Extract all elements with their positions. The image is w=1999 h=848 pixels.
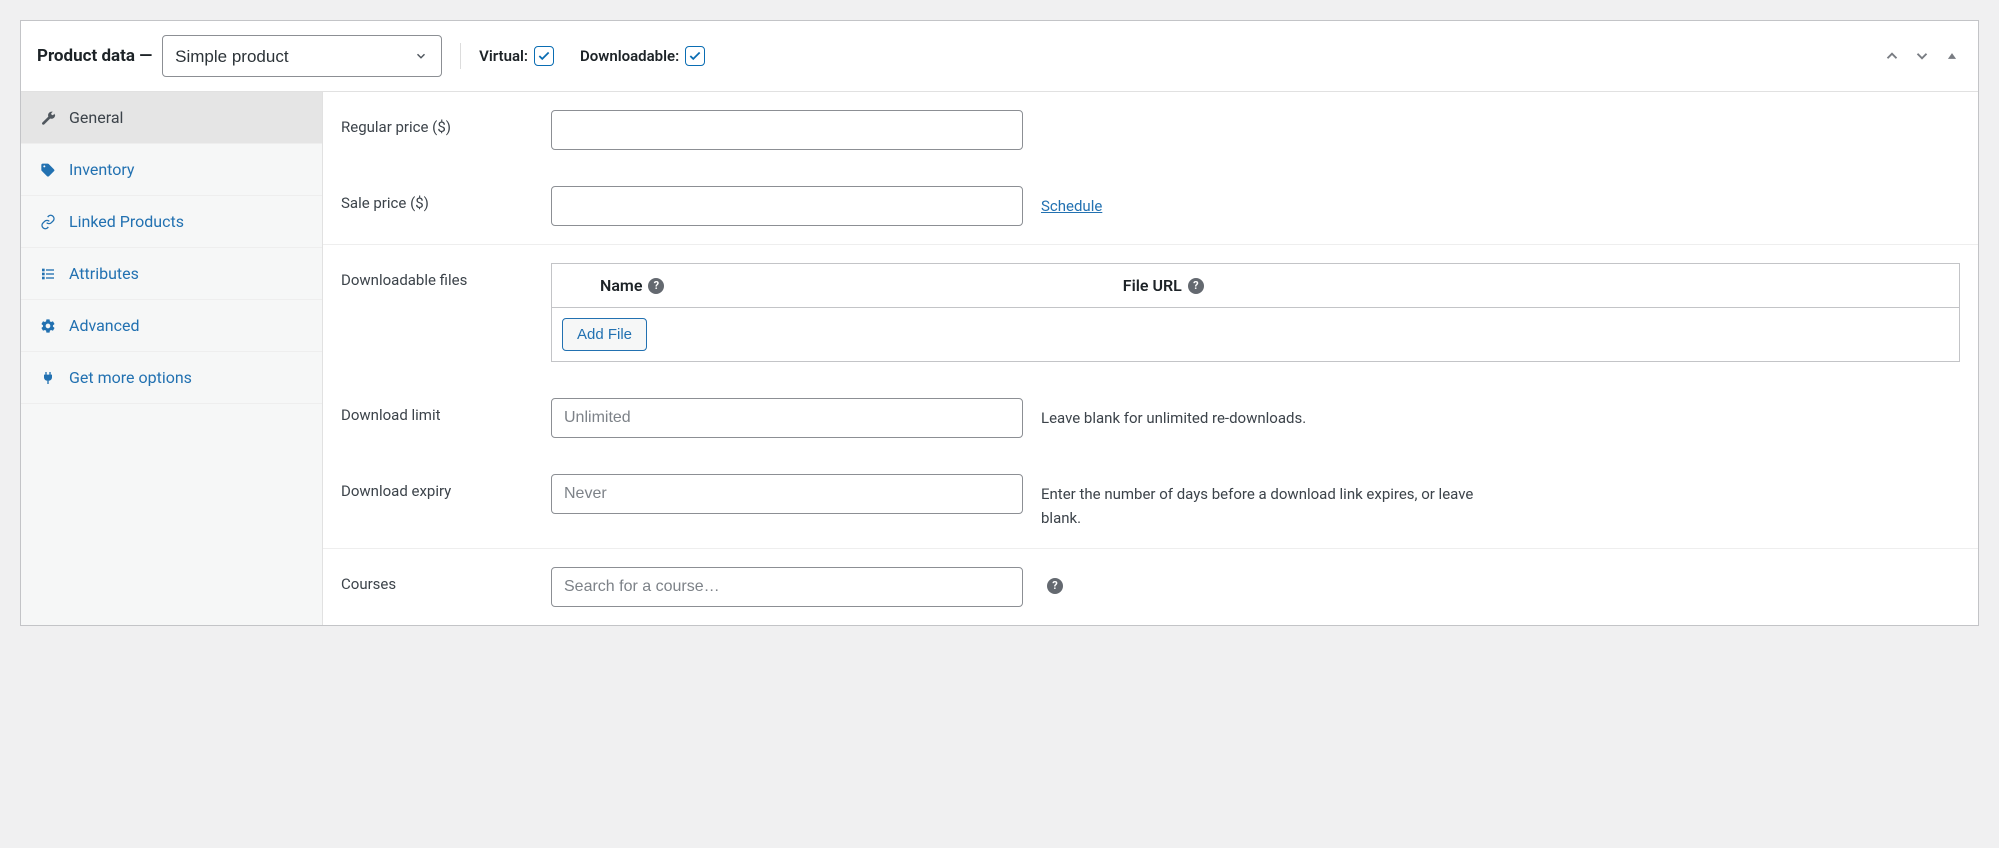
download-expiry-help: Enter the number of days before a downlo… — [1035, 474, 1515, 530]
help-icon[interactable]: ? — [1047, 578, 1063, 594]
add-file-button[interactable]: Add File — [562, 318, 647, 351]
dl-col-url-text: File URL — [1123, 276, 1182, 295]
tab-get-more-options[interactable]: Get more options — [21, 352, 322, 404]
tab-advanced[interactable]: Advanced — [21, 300, 322, 352]
tabs: General Inventory Linked Products Attrib… — [21, 92, 323, 625]
tab-label: Linked Products — [69, 212, 184, 231]
help-icon[interactable]: ? — [648, 278, 664, 294]
download-expiry-input[interactable] — [551, 474, 1023, 514]
regular-price-row: Regular price ($) — [341, 92, 1960, 168]
panel-body: General Inventory Linked Products Attrib… — [21, 92, 1978, 625]
tab-label: General — [69, 108, 123, 127]
dl-col-name: Name ? — [552, 276, 1115, 295]
download-expiry-label: Download expiry — [341, 474, 539, 500]
downloadable-label: Downloadable: — [580, 47, 679, 65]
download-limit-row: Download limit Leave blank for unlimited… — [341, 380, 1960, 456]
panel-header: Product data — Simple product Virtual: D… — [21, 21, 1978, 92]
sale-price-row: Sale price ($) Schedule — [341, 168, 1960, 244]
tab-general[interactable]: General — [21, 92, 322, 144]
sale-price-input[interactable] — [551, 186, 1023, 226]
gear-icon — [39, 317, 57, 335]
list-icon — [39, 265, 57, 283]
virtual-label: Virtual: — [479, 47, 528, 65]
product-type-select[interactable]: Simple product — [162, 35, 442, 77]
downloads-section: Downloadable files Name ? File URL ? — [323, 245, 1978, 549]
downloadable-files-foot: Add File — [552, 308, 1959, 361]
tab-attributes[interactable]: Attributes — [21, 248, 322, 300]
collapse-button[interactable] — [1942, 46, 1962, 66]
wrench-icon — [39, 109, 57, 127]
downloadable-checkbox[interactable] — [685, 46, 705, 66]
dl-col-name-text: Name — [600, 276, 642, 295]
virtual-checkbox[interactable] — [534, 46, 554, 66]
tab-content: Regular price ($) Sale price ($) Schedul… — [323, 92, 1978, 625]
virtual-toggle: Virtual: — [479, 46, 554, 66]
panel-title: Product data — — [37, 46, 152, 66]
plug-icon — [39, 369, 57, 387]
courses-help-wrap: ? — [1035, 567, 1063, 594]
courses-section: Courses ? — [323, 549, 1978, 625]
move-down-button[interactable] — [1912, 46, 1932, 66]
tab-label: Advanced — [69, 316, 140, 335]
tag-icon — [39, 161, 57, 179]
tab-label: Attributes — [69, 264, 139, 283]
download-limit-help: Leave blank for unlimited re-downloads. — [1035, 398, 1306, 430]
product-data-panel: Product data — Simple product Virtual: D… — [20, 20, 1979, 626]
downloadable-files-label: Downloadable files — [341, 263, 539, 289]
downloadable-files-table: Name ? File URL ? Add File — [551, 263, 1960, 362]
move-up-button[interactable] — [1882, 46, 1902, 66]
tab-inventory[interactable]: Inventory — [21, 144, 322, 196]
downloadable-toggle: Downloadable: — [580, 46, 705, 66]
schedule-link[interactable]: Schedule — [1041, 197, 1102, 215]
courses-input[interactable] — [551, 567, 1023, 607]
panel-header-controls — [1882, 46, 1962, 66]
download-limit-input[interactable] — [551, 398, 1023, 438]
tab-label: Get more options — [69, 368, 192, 387]
toggle-group: Virtual: Downloadable: — [479, 46, 705, 66]
regular-price-label: Regular price ($) — [341, 110, 539, 136]
courses-row: Courses ? — [341, 549, 1960, 625]
help-icon[interactable]: ? — [1188, 278, 1204, 294]
product-type-select-wrap: Simple product — [162, 35, 442, 77]
downloadable-files-head: Name ? File URL ? — [552, 264, 1959, 308]
regular-price-input[interactable] — [551, 110, 1023, 150]
download-expiry-row: Download expiry Enter the number of days… — [341, 456, 1960, 548]
tab-label: Inventory — [69, 160, 135, 179]
pricing-section: Regular price ($) Sale price ($) Schedul… — [323, 92, 1978, 245]
dl-col-url: File URL ? — [1115, 276, 1959, 295]
downloadable-files-row: Downloadable files Name ? File URL ? — [341, 245, 1960, 380]
download-limit-label: Download limit — [341, 398, 539, 424]
tab-linked-products[interactable]: Linked Products — [21, 196, 322, 248]
link-icon — [39, 213, 57, 231]
courses-label: Courses — [341, 567, 539, 593]
sale-price-label: Sale price ($) — [341, 186, 539, 212]
divider — [460, 43, 461, 69]
